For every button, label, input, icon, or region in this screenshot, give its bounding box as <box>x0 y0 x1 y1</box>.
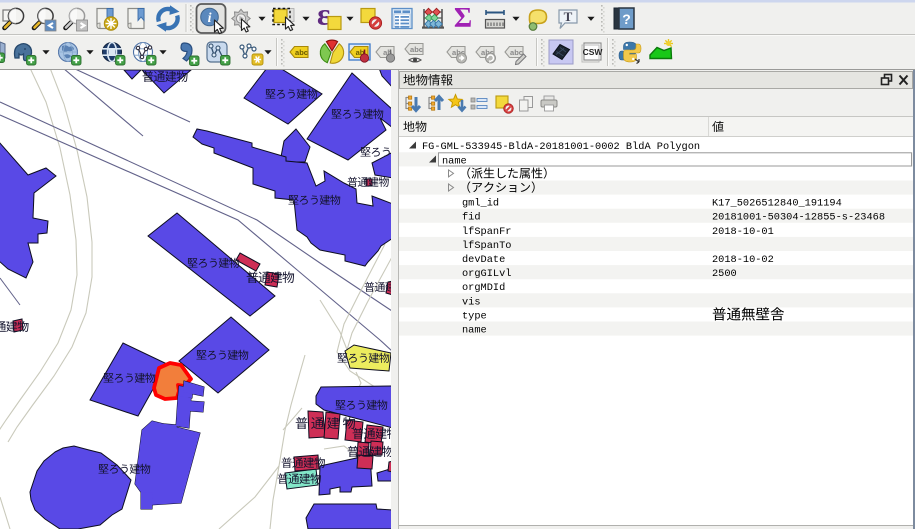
svg-text:abc: abc <box>510 48 523 57</box>
svg-text:2500: 2500 <box>712 268 737 280</box>
svg-text:vis: vis <box>462 296 481 308</box>
svg-text:gml_id: gml_id <box>462 198 499 210</box>
svg-text:lfSpanTo: lfSpanTo <box>462 240 511 252</box>
svg-text:2018-10-01: 2018-10-01 <box>712 226 774 238</box>
svg-text:FG-GML-533945-BldA-20181001-00: FG-GML-533945-BldA-20181001-0002 BldA Po… <box>422 141 700 153</box>
svg-text:orgGILvl: orgGILvl <box>462 268 511 280</box>
svg-text:2018-10-02: 2018-10-02 <box>712 254 774 266</box>
svg-text:abc: abc <box>410 45 423 54</box>
svg-text:i: i <box>208 11 212 26</box>
svg-text:?: ? <box>622 11 631 27</box>
svg-text:fid: fid <box>462 212 481 224</box>
svg-text:abc: abc <box>295 48 308 57</box>
svg-text:name: name <box>442 155 467 167</box>
svg-text:20181001-50304-12855-s-23468: 20181001-50304-12855-s-23468 <box>712 212 885 224</box>
svg-text:Σ: Σ <box>454 3 472 34</box>
svg-text:lfSpanFr: lfSpanFr <box>462 226 511 238</box>
svg-text:K17_5026512840_191194: K17_5026512840_191194 <box>712 198 842 210</box>
svg-text:orgMDId: orgMDId <box>462 282 505 294</box>
svg-text:type: type <box>462 310 487 322</box>
svg-text:name: name <box>462 325 487 337</box>
svg-text:T: T <box>564 9 573 24</box>
svg-text:CSW: CSW <box>583 47 604 57</box>
svg-text:devDate: devDate <box>462 254 505 266</box>
